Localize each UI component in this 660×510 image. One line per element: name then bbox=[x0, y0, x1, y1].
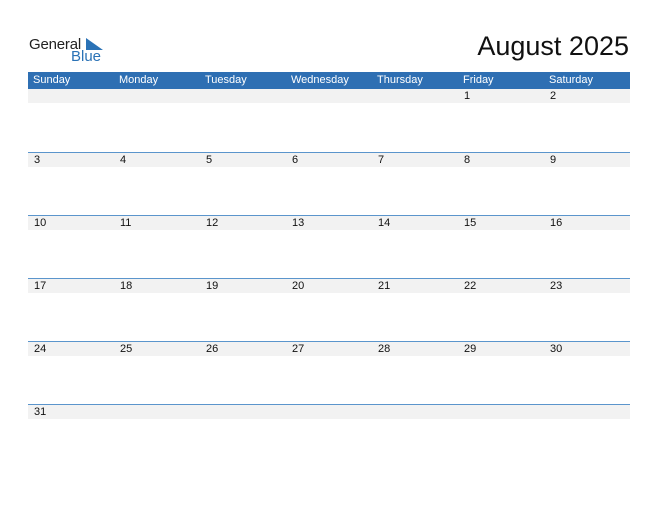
day-number-band: 10 11 12 13 14 15 16 bbox=[28, 216, 630, 230]
day-number-band: 31 bbox=[28, 405, 630, 419]
week-row: 3 4 5 6 7 8 9 bbox=[28, 152, 630, 167]
weekday-monday: Monday bbox=[119, 74, 159, 86]
day-cell: 4 bbox=[120, 154, 127, 166]
day-number-band: 17 18 19 20 21 22 23 bbox=[28, 279, 630, 293]
day-cell: 11 bbox=[120, 217, 132, 229]
day-cell: 6 bbox=[292, 154, 299, 166]
day-cell: 15 bbox=[464, 217, 477, 229]
page-title: August 2025 bbox=[477, 31, 629, 61]
day-cell bbox=[200, 89, 286, 103]
weekday-sunday: Sunday bbox=[33, 74, 71, 86]
week-row: 12 bbox=[28, 89, 630, 103]
day-cell bbox=[28, 89, 114, 103]
day-number-band: 3 4 5 6 7 8 9 bbox=[28, 153, 630, 167]
day-cell bbox=[286, 89, 372, 103]
day-cell: 21 bbox=[378, 280, 391, 292]
day-cell: 20 bbox=[292, 280, 305, 292]
day-cell: 8 bbox=[464, 154, 471, 166]
day-cell: 28 bbox=[378, 343, 391, 355]
day-cell: 3 bbox=[34, 154, 41, 166]
weekday-wednesday: Wednesday bbox=[291, 74, 349, 86]
day-cell: 13 bbox=[292, 217, 305, 229]
day-cell: 10 bbox=[34, 217, 47, 229]
day-cell bbox=[286, 405, 372, 419]
day-cell: 27 bbox=[292, 343, 305, 355]
logo: General Blue bbox=[29, 36, 109, 66]
day-cell: 24 bbox=[34, 343, 47, 355]
day-cell bbox=[200, 405, 286, 419]
week-row: 24 25 26 27 28 29 30 bbox=[28, 341, 630, 356]
weekday-friday: Friday bbox=[463, 74, 494, 86]
day-cell: 31 bbox=[34, 406, 47, 418]
day-cell: 30 bbox=[550, 343, 563, 355]
week-row: 31 bbox=[28, 404, 630, 419]
week-row: 17 18 19 20 21 22 23 bbox=[28, 278, 630, 293]
day-number-band: 24 25 26 27 28 29 30 bbox=[28, 342, 630, 356]
day-cell bbox=[372, 405, 458, 419]
day-cell: 25 bbox=[120, 343, 133, 355]
day-cell: 18 bbox=[120, 280, 133, 292]
day-cell: 14 bbox=[378, 217, 391, 229]
day-cell: 7 bbox=[378, 154, 385, 166]
day-cell: 19 bbox=[206, 280, 219, 292]
day-cell: 12 bbox=[206, 217, 219, 229]
day-cell: 22 bbox=[464, 280, 477, 292]
day-cell: 26 bbox=[206, 343, 219, 355]
weekday-saturday: Saturday bbox=[549, 74, 594, 86]
week-row: 10 11 12 13 14 15 16 bbox=[28, 215, 630, 230]
day-cell: 23 bbox=[550, 280, 563, 292]
day-cell: 16 bbox=[550, 217, 563, 229]
day-cell bbox=[544, 405, 630, 419]
day-cell: 2 bbox=[550, 90, 557, 102]
weekday-thursday: Thursday bbox=[377, 74, 423, 86]
day-cell: 29 bbox=[464, 343, 477, 355]
day-cell bbox=[114, 89, 200, 103]
weekday-header: Sunday Monday Tuesday Wednesday Thursday… bbox=[28, 72, 630, 89]
day-cell bbox=[458, 405, 544, 419]
day-cell bbox=[114, 405, 200, 419]
logo-text-blue: Blue bbox=[71, 48, 102, 65]
day-cell: 17 bbox=[34, 280, 47, 292]
weekday-tuesday: Tuesday bbox=[205, 74, 247, 86]
day-cell: 1 bbox=[464, 90, 471, 102]
day-cell bbox=[372, 89, 458, 103]
day-cell: 9 bbox=[550, 154, 557, 166]
day-number-band: 12 bbox=[28, 89, 630, 103]
day-cell: 5 bbox=[206, 154, 213, 166]
